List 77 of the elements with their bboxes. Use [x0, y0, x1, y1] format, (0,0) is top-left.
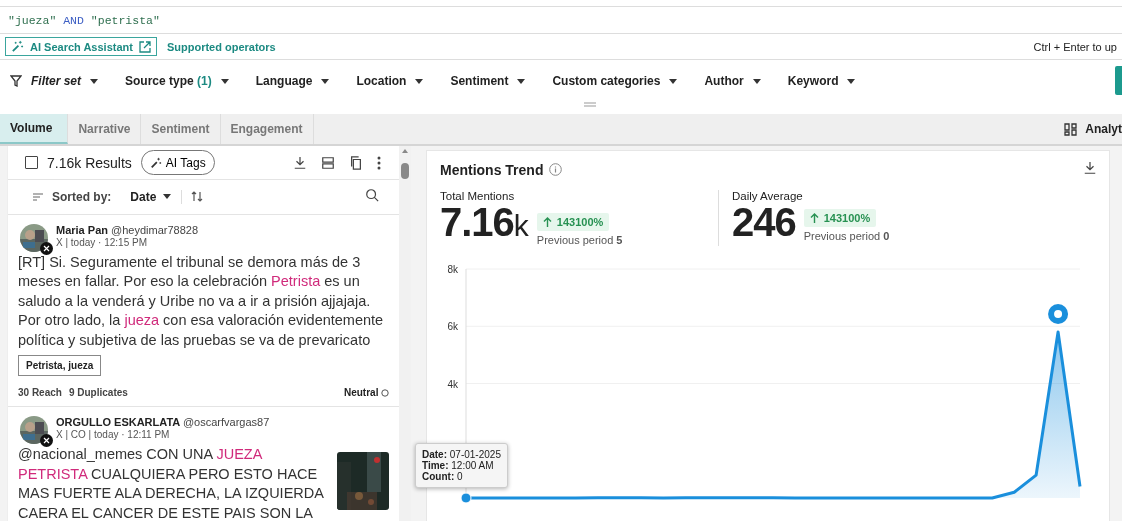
chart-tooltip: Date: 07-01-2025 Time: 12:00 AM Count: 0 [415, 443, 508, 488]
sort-direction-icon[interactable] [191, 190, 204, 204]
download-icon[interactable] [293, 155, 308, 170]
select-all-checkbox[interactable] [25, 156, 38, 170]
tab[interactable]: Narrative [68, 114, 142, 144]
ai-tags-button[interactable]: AI Tags [140, 150, 215, 176]
caret-icon [517, 78, 526, 84]
tab[interactable]: Engagement [220, 114, 314, 144]
caret-icon [752, 78, 761, 84]
sort-dropdown[interactable]: Date [130, 189, 183, 204]
stat-label: Total Mentions [440, 190, 516, 202]
up-arrow-icon [542, 217, 552, 227]
author-name[interactable]: ORGULLO ESKARLATA @oscarfvargas87 [56, 416, 270, 428]
filter-dropdown[interactable]: Sentiment [450, 74, 526, 88]
caret-icon [415, 78, 424, 84]
caret-icon [90, 78, 98, 84]
caret-icon [669, 78, 678, 84]
y-tick-label: 4k [447, 378, 458, 390]
author-name[interactable]: Maria Pan @heydimar78828 [56, 223, 199, 236]
post-meta: X | CO | today · 12:11 PM [56, 429, 171, 440]
analytics-label[interactable]: Analyt [1085, 122, 1122, 136]
change-badge: 143100% [803, 209, 877, 227]
search-icon[interactable] [365, 188, 380, 203]
previous-period: Previous period 0 [803, 230, 890, 242]
x-logo-icon [40, 434, 53, 447]
stat-value: 246 [732, 202, 796, 242]
more-options-icon[interactable] [377, 155, 382, 170]
filter-dropdown[interactable]: Language [255, 74, 330, 88]
sort-label: Sorted by: [52, 189, 112, 204]
change-badge: 143100% [536, 213, 610, 231]
results-count: 7.16k Results [47, 154, 132, 171]
caret-icon [163, 194, 172, 200]
post-text: [RT] Si. Seguramente el tribunal se demora más de 3 meses en fallar. Por eso la celebración Petrista es un saludo a la venderá y Uribe no va a ir a prisión ajjajaja. Por otro lado, la jueza con esa valoración evidentemente política y subjetiva de las pruebas se va de prevaricato [18, 252, 385, 350]
stat-value: 7.16k [440, 202, 529, 246]
filter-dropdown[interactable]: Custom categories [552, 74, 678, 88]
layout-icon[interactable] [321, 155, 336, 170]
download-icon[interactable] [1083, 161, 1097, 175]
post-text: @nacional_memes CON UNA JUEZA PETRISTA CUALQUIERA PERO ESTO HACE MAS FUERTE ALA DERECHA, LA IZQUIERDA CAERA EL CANCER DE ESTE PAIS SON LA [18, 445, 324, 521]
stat-label: Daily Average [732, 190, 804, 202]
dashboard-icon[interactable] [1064, 122, 1078, 136]
peak-marker-icon[interactable] [1048, 304, 1069, 324]
tab[interactable]: Sentiment [141, 114, 221, 144]
sentiment-label: Neutral [343, 387, 379, 398]
previous-period: Previous period 5 [536, 234, 623, 246]
duplicates-count[interactable]: 9 Duplicates [68, 387, 128, 398]
tab[interactable]: Volume [0, 114, 69, 144]
scrollbar-thumb[interactable] [401, 163, 410, 179]
caret-icon [847, 78, 856, 84]
copy-icon[interactable] [349, 155, 364, 170]
filter-dropdown[interactable]: Source type (1) [125, 74, 229, 88]
ai-search-assistant-button[interactable]: AI Search Assistant [5, 37, 157, 56]
caret-icon [220, 78, 229, 84]
y-tick-label: 8k [447, 264, 458, 275]
magic-wand-icon [11, 40, 24, 53]
drag-handle-icon[interactable] [584, 102, 596, 107]
external-link-icon [138, 40, 151, 53]
info-icon[interactable] [549, 163, 563, 176]
filter-dropdown[interactable]: Keyword [787, 74, 856, 88]
search-query[interactable]: "jueza" AND "petrista" [8, 13, 160, 27]
filter-set-dropdown[interactable]: Filter set [10, 74, 98, 88]
filter-icon [10, 75, 22, 87]
sort-lines-icon [33, 192, 43, 201]
post-meta: X | today · 12:15 PM [56, 236, 148, 248]
up-arrow-icon [809, 213, 819, 223]
y-tick-label: 6k [447, 321, 458, 333]
x-logo-icon [40, 241, 53, 255]
magic-wand-icon [149, 156, 162, 169]
neutral-circle-icon [381, 388, 390, 397]
filter-dropdown[interactable]: Location [356, 74, 424, 88]
data-point[interactable] [460, 492, 472, 504]
keyword-tag[interactable]: Petrista, jueza [18, 355, 102, 376]
caret-icon [321, 78, 330, 84]
card-title: Mentions Trend [440, 161, 544, 178]
filter-dropdown[interactable]: Author [704, 74, 761, 88]
supported-operators-link[interactable]: Supported operators [166, 40, 276, 53]
shortcut-hint: Ctrl + Enter to up [1033, 40, 1117, 53]
reach-count: 30 Reach [18, 387, 62, 398]
